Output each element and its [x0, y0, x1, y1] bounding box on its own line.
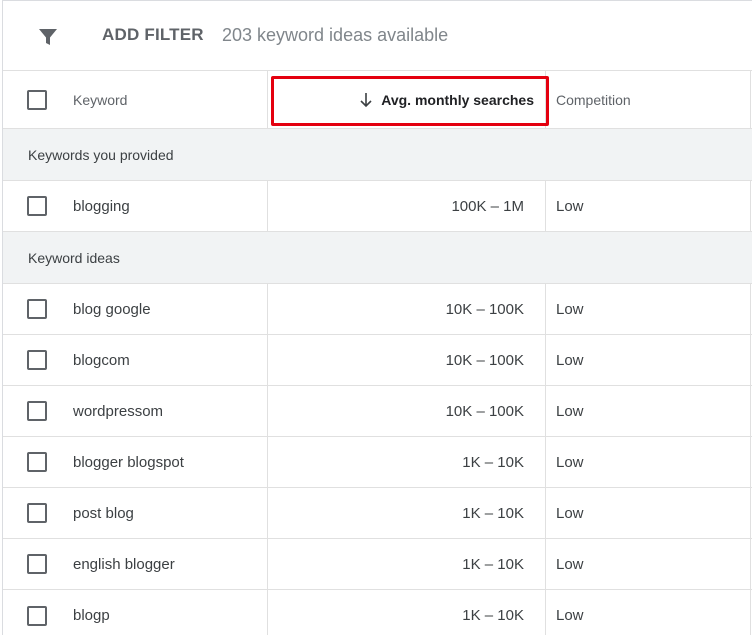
filter-funnel-icon[interactable]	[36, 25, 60, 49]
row-checkbox[interactable]	[27, 299, 47, 319]
add-filter-button[interactable]: ADD FILTER	[102, 25, 204, 45]
table-header-row: Keyword Avg. monthly searches Competitio…	[3, 71, 752, 129]
column-divider	[545, 335, 546, 385]
column-header-keyword[interactable]: Keyword	[73, 71, 127, 128]
keyword-cell: english blogger	[73, 555, 175, 573]
column-divider	[750, 590, 751, 635]
row-checkbox[interactable]	[27, 401, 47, 421]
table-row: blogp 1K – 10K Low	[3, 590, 752, 635]
column-header-avg-monthly-searches[interactable]: Avg. monthly searches	[268, 71, 534, 128]
searches-cell: 10K – 100K	[445, 351, 524, 369]
column-divider	[750, 181, 751, 231]
searches-cell: 10K – 100K	[445, 402, 524, 420]
group-label: Keywords you provided	[28, 146, 174, 163]
group-label: Keyword ideas	[28, 249, 120, 266]
arrow-down-icon	[360, 92, 372, 107]
competition-cell: Low	[556, 300, 584, 318]
table-row: blogcom 10K – 100K Low	[3, 335, 752, 386]
table-row: blog google 10K – 100K Low	[3, 284, 752, 335]
table-row: english blogger 1K – 10K Low	[3, 539, 752, 590]
competition-cell: Low	[556, 351, 584, 369]
column-divider	[545, 181, 546, 231]
searches-cell: 10K – 100K	[445, 300, 524, 318]
column-header-competition[interactable]: Competition	[556, 71, 631, 128]
row-checkbox[interactable]	[27, 605, 47, 626]
column-divider	[750, 71, 751, 128]
keyword-cell: blogging	[73, 197, 130, 215]
searches-cell: 1K – 10K	[462, 453, 524, 471]
row-checkbox[interactable]	[27, 554, 47, 574]
column-divider	[750, 284, 751, 334]
filter-toolbar: ADD FILTER 203 keyword ideas available	[3, 1, 752, 71]
table-row: blogging 100K – 1M Low	[3, 181, 752, 232]
row-checkbox[interactable]	[27, 503, 47, 523]
column-divider	[545, 284, 546, 334]
row-checkbox[interactable]	[27, 196, 47, 216]
column-divider	[545, 386, 546, 436]
keyword-table: Keyword Avg. monthly searches Competitio…	[3, 71, 752, 635]
column-divider	[750, 386, 751, 436]
column-divider	[545, 71, 546, 128]
group-header-provided: Keywords you provided	[3, 129, 752, 181]
column-divider	[750, 488, 751, 538]
table-row: wordpressom 10K – 100K Low	[3, 386, 752, 437]
searches-cell: 100K – 1M	[451, 197, 524, 215]
keyword-cell: blog google	[73, 300, 151, 318]
keyword-ideas-panel: ADD FILTER 203 keyword ideas available K…	[2, 0, 752, 635]
table-row: blogger blogspot 1K – 10K Low	[3, 437, 752, 488]
searches-cell: 1K – 10K	[462, 607, 524, 624]
column-divider	[545, 488, 546, 538]
competition-cell: Low	[556, 197, 584, 215]
column-divider	[750, 335, 751, 385]
keyword-ideas-count: 203 keyword ideas available	[222, 25, 449, 45]
competition-cell: Low	[556, 453, 584, 471]
column-divider	[545, 590, 546, 635]
keyword-cell: post blog	[73, 504, 134, 522]
keyword-cell: blogp	[73, 607, 110, 624]
competition-cell: Low	[556, 402, 584, 420]
row-checkbox[interactable]	[27, 350, 47, 370]
column-divider	[750, 539, 751, 589]
column-header-avg-monthly-searches-label: Avg. monthly searches	[381, 91, 534, 108]
competition-cell: Low	[556, 504, 584, 522]
competition-cell: Low	[556, 607, 584, 624]
keyword-cell: wordpressom	[73, 402, 164, 420]
keyword-cell: blogger blogspot	[73, 453, 184, 471]
searches-cell: 1K – 10K	[462, 504, 524, 522]
column-divider	[750, 437, 751, 487]
searches-cell: 1K – 10K	[462, 555, 524, 573]
column-divider	[545, 539, 546, 589]
group-header-ideas: Keyword ideas	[3, 232, 752, 284]
competition-cell: Low	[556, 555, 584, 573]
column-divider	[545, 437, 546, 487]
row-checkbox[interactable]	[27, 452, 47, 472]
select-all-checkbox[interactable]	[27, 89, 47, 110]
table-row: post blog 1K – 10K Low	[3, 488, 752, 539]
keyword-cell: blogcom	[73, 351, 130, 369]
